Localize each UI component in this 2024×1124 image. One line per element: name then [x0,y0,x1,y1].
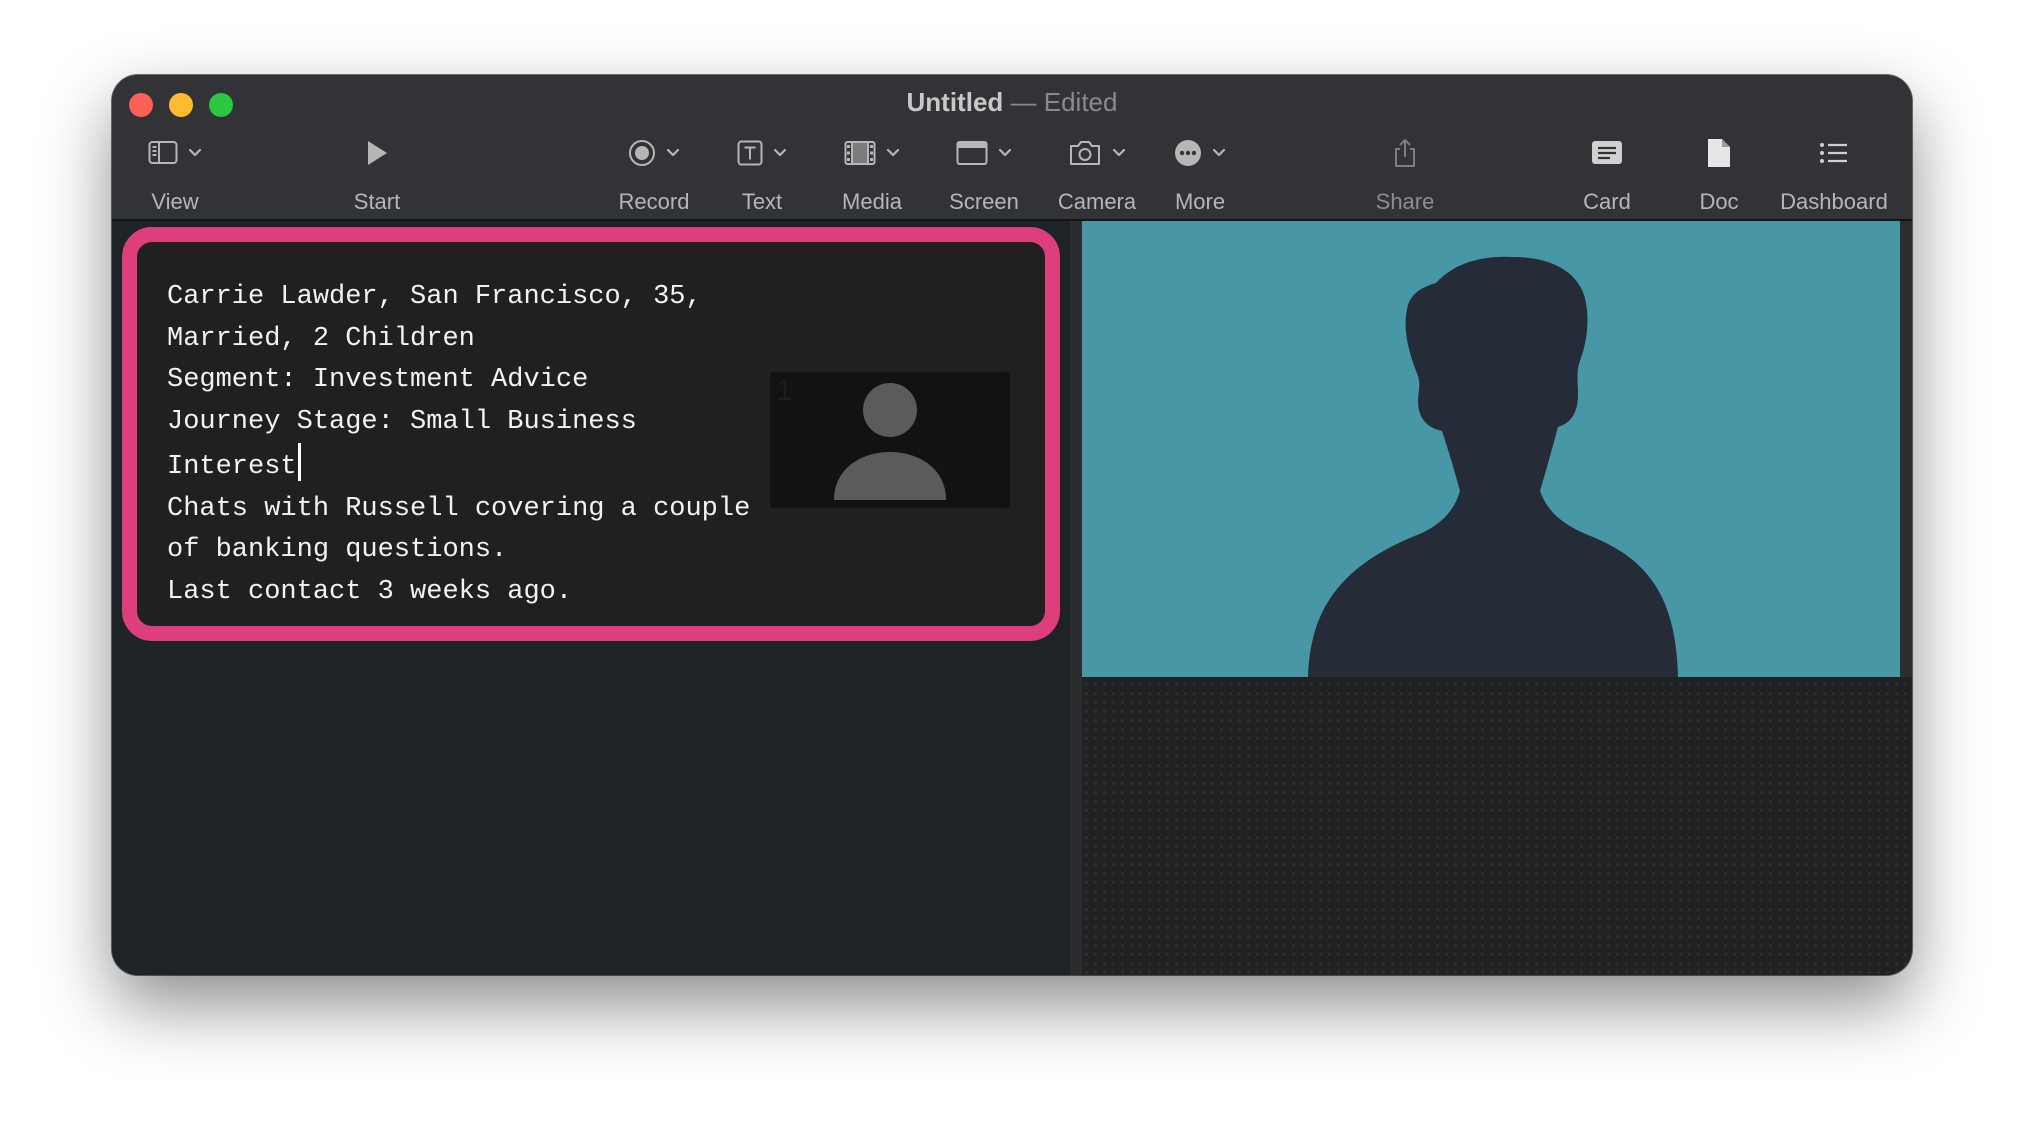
ellipsis-circle-icon [1175,140,1201,166]
record-button[interactable]: Record [614,135,694,215]
more-label: More [1174,189,1226,214]
view-button[interactable]: View [130,135,220,215]
doc-button[interactable]: Doc [1684,135,1754,215]
text-cursor [297,443,301,481]
record-icon [629,140,655,166]
record-label: Record [618,189,690,214]
pane-divider[interactable] [1070,221,1082,975]
window-title: Untitled — Edited [112,87,1912,118]
preview-pane [1082,221,1912,975]
share-icon [1395,139,1415,167]
start-label: Start [353,189,401,214]
chevron-down-icon [998,148,1012,157]
document-name: Untitled [906,87,1004,117]
card-text-area[interactable]: Carrie Lawder, San Francisco, 35, Marrie… [167,277,767,613]
view-label: View [151,189,199,214]
card-line: Married, 2 Children [167,323,475,354]
screen-label: Screen [949,189,1019,214]
camera-label: Camera [1057,189,1137,214]
media-button[interactable]: Media [830,135,914,215]
toolbar: Untitled — Edited View Start Record Text… [112,75,1912,221]
dashboard-button[interactable]: Dashboard [1774,135,1894,215]
text-button[interactable]: Text [727,135,797,215]
chevron-down-icon [1212,148,1226,157]
window-icon [956,141,988,165]
card-line: Carrie Lawder, San Francisco, 35, [167,282,702,312]
camera-button[interactable]: Camera [1050,135,1144,215]
play-icon [368,141,387,165]
list-icon [1820,143,1847,163]
card-icon [1592,141,1622,164]
media-label: Media [842,189,902,214]
edited-status: Edited [1043,87,1118,117]
share-label: Share [1375,189,1435,214]
card-line: of banking questions. [167,535,508,565]
participant-thumbnail[interactable]: 1 [770,372,1010,508]
thumbnail-number: 1 [776,374,793,407]
app-window: Untitled — Edited View Start Record Text… [112,75,1912,975]
card-button[interactable]: Card [1567,135,1647,215]
film-icon [844,141,876,165]
camera-preview[interactable] [1082,221,1900,677]
card-line: Interest [167,452,297,482]
chevron-down-icon [666,148,680,157]
share-button[interactable]: Share [1360,135,1450,215]
profile-card[interactable]: Carrie Lawder, San Francisco, 35, Marrie… [122,227,1060,641]
chevron-down-icon [886,148,900,157]
chevron-down-icon [773,148,787,157]
card-line: Chats with Russell covering a couple [167,493,751,524]
avatar-icon [834,383,946,500]
card-label: Card [1583,189,1631,214]
dashboard-label: Dashboard [1780,189,1888,214]
text-label: Text [741,189,783,214]
sidebar-icon [148,141,178,164]
more-button[interactable]: More [1162,135,1238,215]
card-line: Last contact 3 weeks ago. [167,576,573,607]
screen-button[interactable]: Screen [940,135,1028,215]
camera-icon [1070,141,1100,165]
title-separator: — [1010,87,1037,117]
card-line: Segment: Investment Advice [167,365,589,395]
text-box-icon [737,140,763,166]
start-button[interactable]: Start [332,135,422,215]
doc-label: Doc [1699,189,1739,214]
chevron-down-icon [1112,148,1126,157]
card-line: Journey Stage: Small Business [167,406,637,437]
preview-edge [1900,221,1912,677]
chevron-down-icon [188,148,202,157]
person-silhouette-icon [1308,256,1678,677]
document-icon [1708,139,1730,167]
